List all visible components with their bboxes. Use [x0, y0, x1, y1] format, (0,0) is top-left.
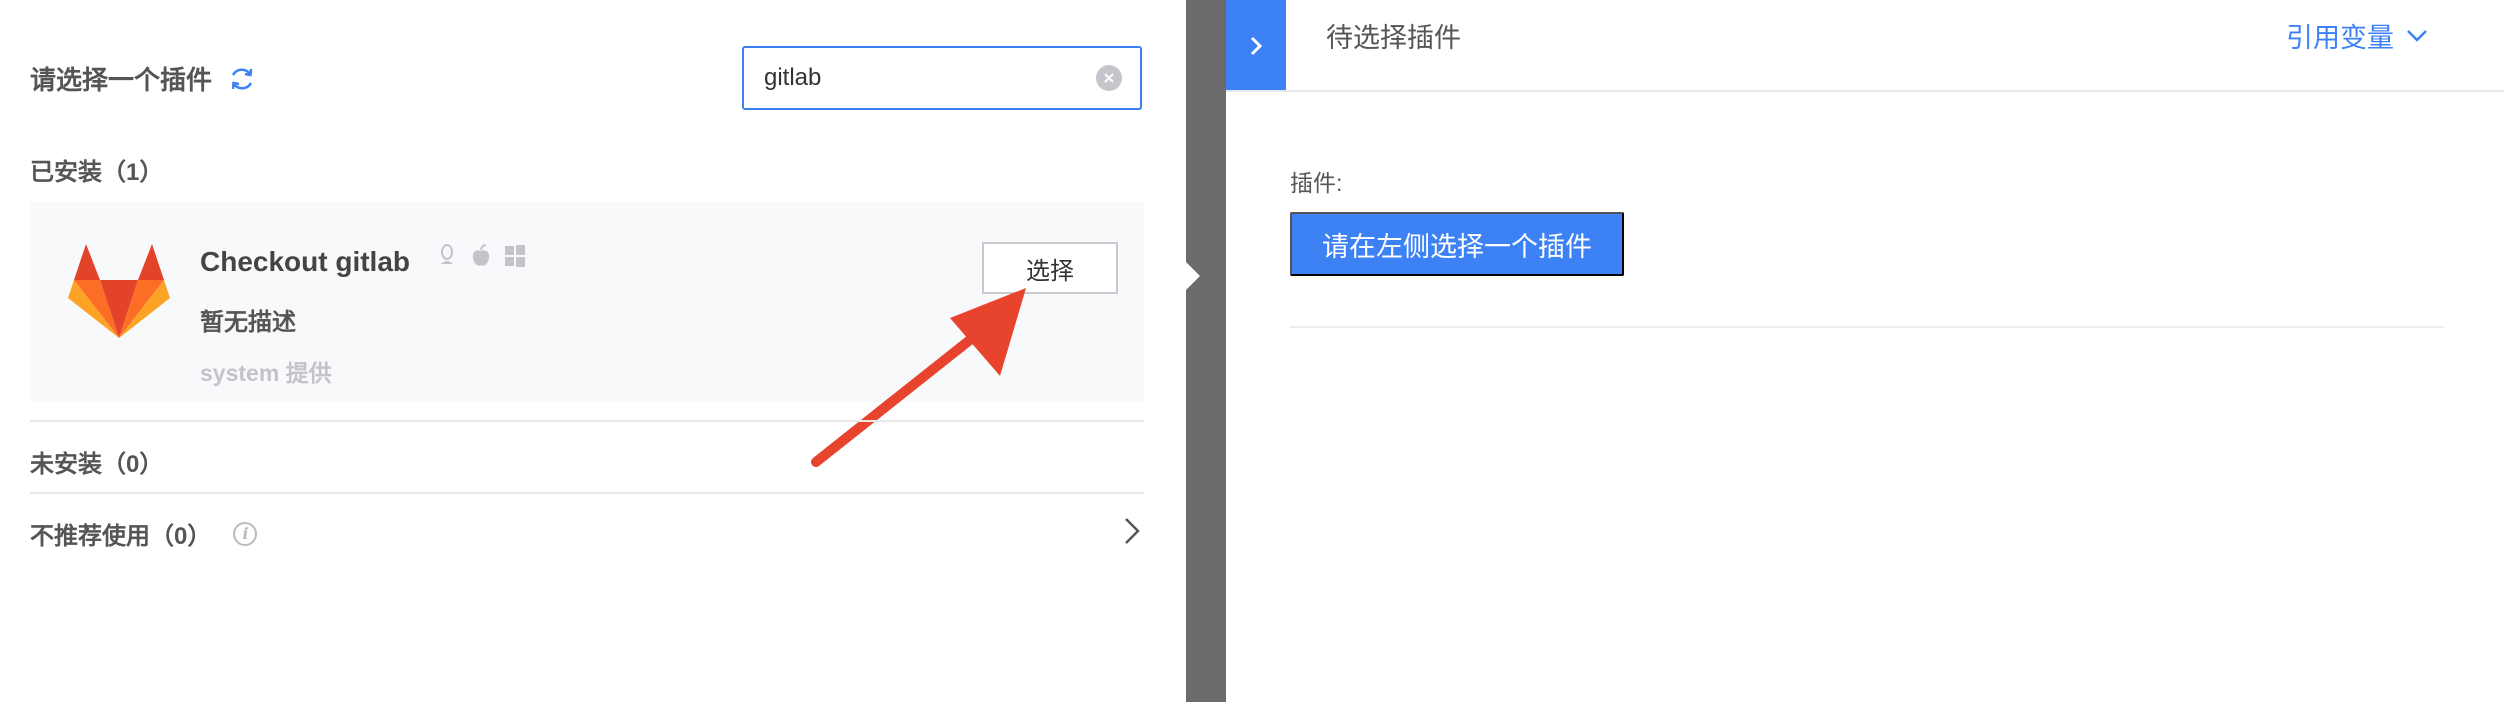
collapse-tab[interactable]: [1226, 0, 1286, 92]
clear-icon[interactable]: [1096, 65, 1122, 91]
plugin-field-label: 插件:: [1290, 170, 1343, 196]
not-recommended-label: 不推荐使用（0）: [30, 523, 212, 550]
chevron-down-icon: [2407, 29, 2427, 42]
apple-icon: [470, 244, 492, 268]
chevron-right-icon: [1250, 36, 1263, 56]
not-recommended-section[interactable]: 不推荐使用（0） i: [30, 516, 258, 551]
windows-icon: [504, 244, 526, 268]
os-icons: [436, 244, 526, 268]
panel-title: 待选择插件: [1326, 23, 1461, 53]
divider: [30, 492, 1144, 494]
annotation-arrow-icon: [811, 288, 1026, 467]
panel-splitter[interactable]: [1186, 0, 1226, 702]
search-box: [742, 46, 1142, 110]
divider: [1290, 326, 2444, 328]
reference-variable-label: 引用变量: [2286, 23, 2394, 53]
panel-header: 请选择一个插件: [30, 60, 256, 97]
plugin-provider: system 提供: [200, 360, 332, 386]
divider: [1226, 90, 2504, 92]
plugin-name: Checkout gitlab: [200, 246, 411, 277]
search-input[interactable]: [764, 48, 1084, 108]
choose-plugin-button[interactable]: 请在左侧选择一个插件: [1290, 212, 1624, 276]
reference-variable-dropdown[interactable]: 引用变量: [2286, 16, 2428, 55]
chevron-right-icon[interactable]: [1120, 516, 1144, 546]
panel-title: 请选择一个插件: [30, 65, 213, 95]
info-icon[interactable]: i: [233, 521, 258, 546]
selected-plugin-panel: 待选择插件 引用变量 插件: 请在左侧选择一个插件: [1226, 0, 2504, 702]
linux-icon: [436, 244, 458, 268]
refresh-icon[interactable]: [228, 65, 256, 93]
plugin-selector-panel: 请选择一个插件 已安装（1）: [0, 0, 1186, 702]
splitter-notch: [1186, 262, 1200, 290]
uninstalled-section-label: 未安装（0）: [30, 451, 164, 478]
divider: [30, 420, 1144, 422]
installed-section-label: 已安装（1）: [30, 159, 164, 186]
plugin-description: 暂无描述: [200, 309, 296, 336]
gitlab-logo-icon: [68, 244, 170, 340]
